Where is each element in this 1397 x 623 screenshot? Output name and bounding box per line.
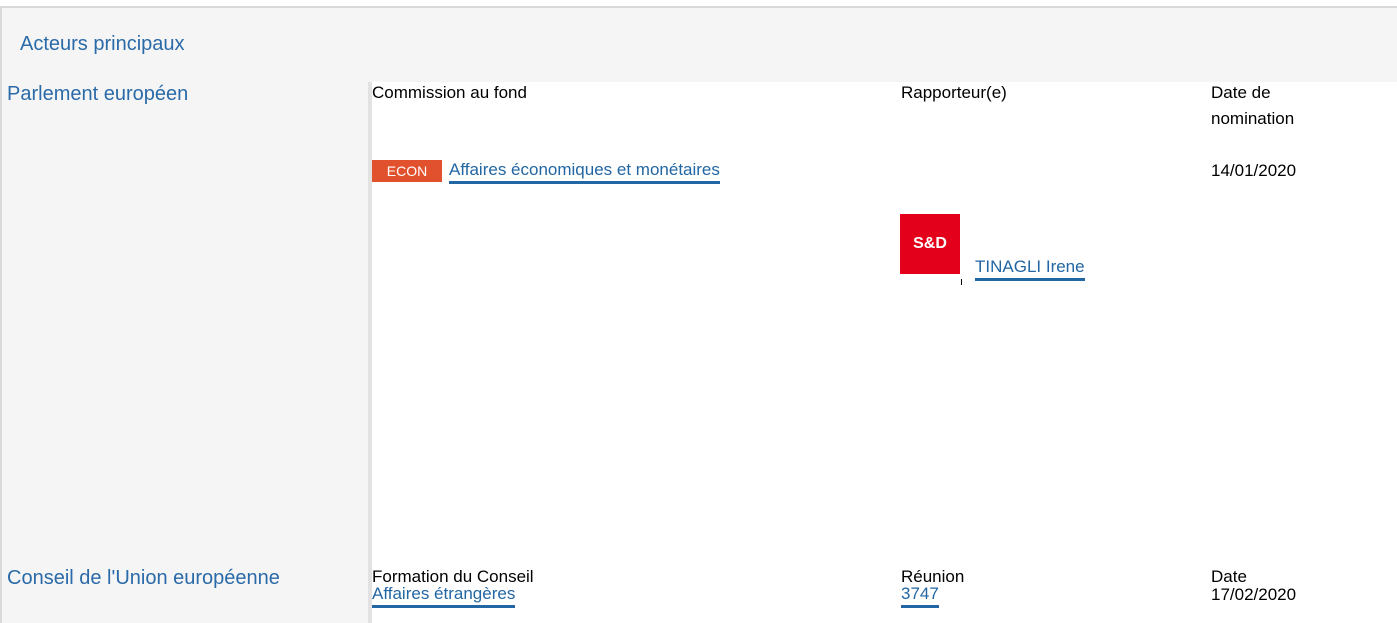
- sd-group-logo: S&D: [900, 214, 960, 274]
- council-date: 17/02/2020: [1211, 585, 1297, 604]
- committee-badge: ECON: [372, 160, 442, 182]
- meeting-link[interactable]: 3747: [901, 584, 939, 608]
- formation-link[interactable]: Affaires étrangères: [372, 584, 516, 608]
- panel-header: [2, 8, 1397, 82]
- rapporteur-link[interactable]: TINAGLI Irene: [975, 257, 1085, 281]
- institution-column: [2, 82, 368, 623]
- nomination-date-column-header: Date de nomination: [1211, 83, 1295, 128]
- logo-tick-mark: [961, 279, 962, 285]
- rapporteur-column-header: Rapporteur(e): [901, 83, 1007, 102]
- panel-title: Acteurs principaux: [20, 33, 185, 55]
- committee-link[interactable]: Affaires économiques et monétaires: [449, 160, 720, 184]
- council-label: Conseil de l'Union européenne: [7, 567, 280, 589]
- nomination-date: 14/01/2020: [1211, 161, 1297, 180]
- committee-column-header: Commission au fond: [372, 83, 527, 102]
- parliament-label: Parlement européen: [7, 83, 189, 105]
